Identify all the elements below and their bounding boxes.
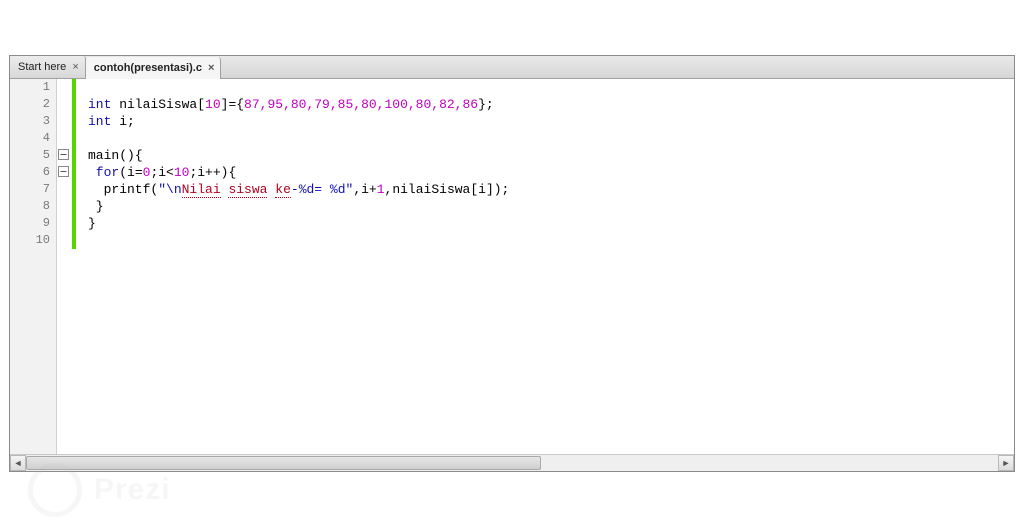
tab-contoh-presentasi[interactable]: contoh(presentasi).c × <box>86 57 222 79</box>
tab-bar: Start here × contoh(presentasi).c × <box>10 56 1014 79</box>
line-number: 7 <box>10 181 56 198</box>
code-line[interactable]: int nilaiSiswa[10]={87,95,80,79,85,80,10… <box>88 96 1014 113</box>
scroll-left-button[interactable]: ◄ <box>10 455 26 471</box>
chevron-right-icon: ► <box>1002 458 1011 468</box>
fold-strip <box>56 79 86 455</box>
line-number: 3 <box>10 113 56 130</box>
logo-circle-icon <box>28 463 82 517</box>
tab-start-here[interactable]: Start here × <box>10 56 86 78</box>
chevron-left-icon: ◄ <box>14 458 23 468</box>
code-area[interactable]: 1 2 3 4 5 6 7 8 9 10 int nilaiSiswa[10]=… <box>10 79 1014 455</box>
code-line[interactable] <box>88 79 1014 96</box>
code-line[interactable] <box>88 232 1014 249</box>
line-number: 4 <box>10 130 56 147</box>
code-line[interactable]: } <box>88 215 1014 232</box>
fold-toggle-icon[interactable] <box>58 149 69 160</box>
line-number: 6 <box>10 164 56 181</box>
scroll-right-button[interactable]: ► <box>998 455 1014 471</box>
code-line[interactable] <box>88 130 1014 147</box>
line-number: 2 <box>10 96 56 113</box>
blank-top <box>0 0 1024 55</box>
line-number-gutter: 1 2 3 4 5 6 7 8 9 10 <box>10 79 57 455</box>
code-lines[interactable]: int nilaiSiswa[10]={87,95,80,79,85,80,10… <box>88 79 1014 249</box>
line-number: 8 <box>10 198 56 215</box>
tab-label: Start here <box>18 61 66 73</box>
line-number: 1 <box>10 79 56 96</box>
code-line[interactable]: main(){ <box>88 147 1014 164</box>
logo-text: Prezi <box>94 473 171 507</box>
code-line[interactable]: for(i=0;i<10;i++){ <box>88 164 1014 181</box>
line-number: 9 <box>10 215 56 232</box>
editor-window: Start here × contoh(presentasi).c × 1 2 … <box>9 55 1015 472</box>
close-icon[interactable]: × <box>72 61 78 73</box>
tab-label: contoh(presentasi).c <box>94 62 202 74</box>
close-icon[interactable]: × <box>208 62 214 74</box>
scroll-track[interactable] <box>26 455 998 471</box>
line-number: 10 <box>10 232 56 249</box>
fold-toggle-icon[interactable] <box>58 166 69 177</box>
prezi-watermark: Prezi <box>28 463 171 517</box>
line-number: 5 <box>10 147 56 164</box>
code-line[interactable]: printf("\nNilai siswa ke-%d= %d",i+1,nil… <box>88 181 1014 198</box>
code-line[interactable]: } <box>88 198 1014 215</box>
code-line[interactable]: int i; <box>88 113 1014 130</box>
